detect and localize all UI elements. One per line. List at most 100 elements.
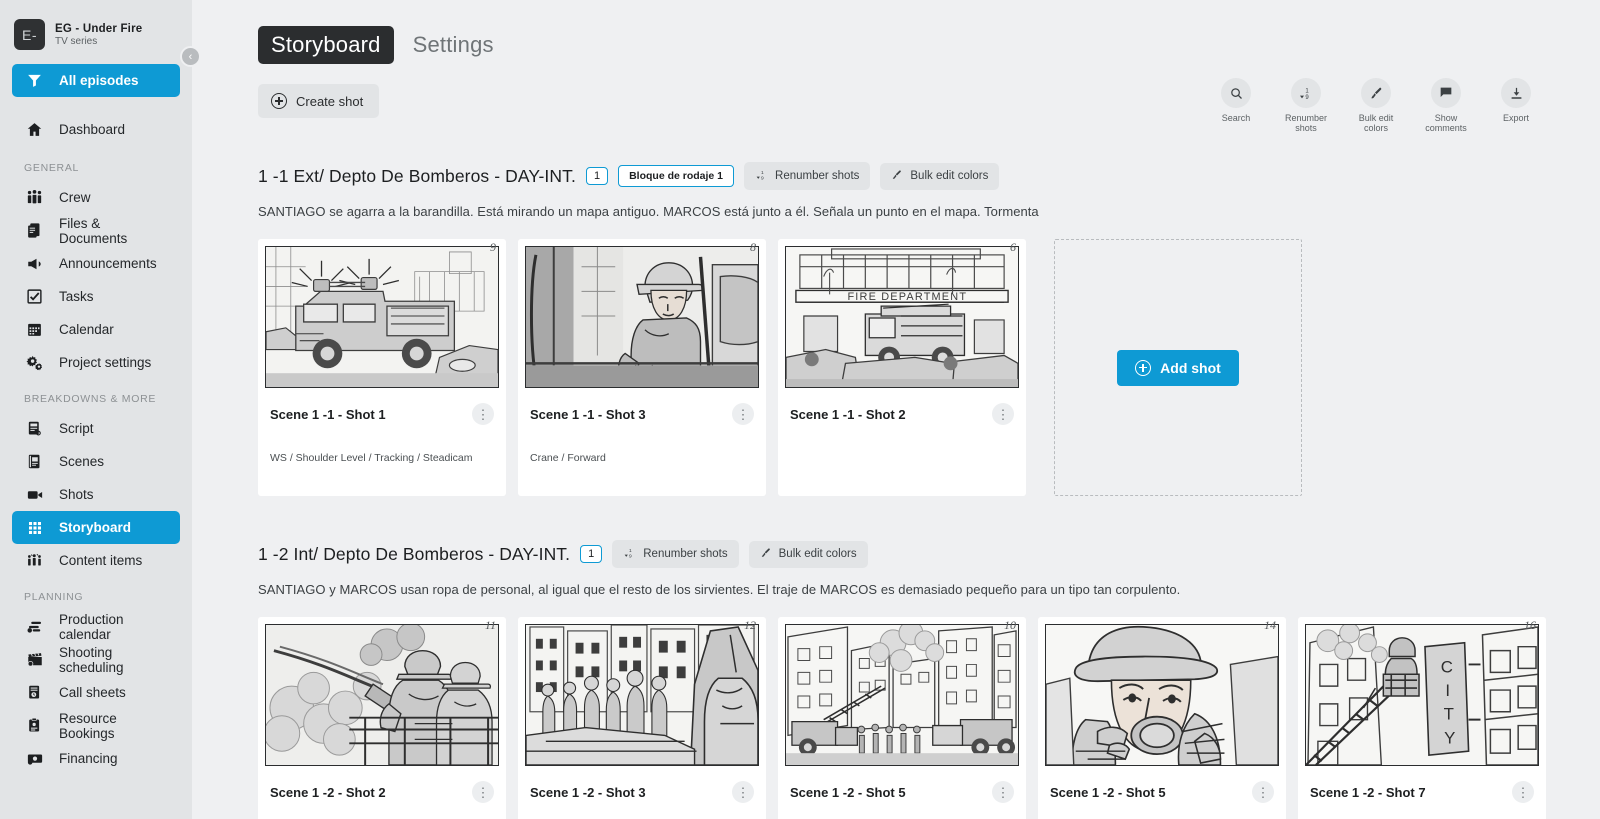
toolbar-renumber-shots[interactable]: 19 Renumber shots (1278, 78, 1334, 134)
shot-name: Scene 1 -2 - Shot 5 (1050, 784, 1166, 800)
shot-options-button[interactable]: ⋮ (1512, 781, 1534, 803)
shot-name: Scene 1 -1 - Shot 3 (530, 406, 646, 422)
svg-text:C: C (1441, 657, 1453, 676)
shot-thumbnail[interactable] (265, 246, 499, 388)
tab-bar: Storyboard Settings (258, 26, 507, 64)
add-shot-label: Add shot (1160, 359, 1221, 376)
sidebar-item-calendar[interactable]: Calendar (12, 313, 180, 346)
shot-card[interactable]: 11 Scene 1 -2 - Shot 2 ⋮ (258, 617, 506, 819)
scene-header: 1 -1 Ext/ Depto De Bomberos - DAY-INT. 1… (258, 162, 1600, 190)
checkbox-icon (24, 288, 45, 305)
sidebar-item-crew[interactable]: Crew (12, 181, 180, 214)
clipboard-clock-icon (24, 717, 45, 734)
shot-tech-info (265, 803, 499, 819)
shot-card[interactable]: 8 Scene 1 -1 - Shot 3 ⋮ Crane / Forward (518, 239, 766, 496)
storyboard-art-mask-closeup (1046, 625, 1278, 765)
shot-number: 11 (484, 618, 496, 632)
svg-text:1: 1 (761, 170, 764, 176)
sidebar-item-storyboard[interactable]: Storyboard (12, 511, 180, 544)
scene-bulk-edit-colors-button[interactable]: Bulk edit colors (880, 162, 1000, 190)
filter-icon (24, 72, 45, 89)
shot-thumbnail[interactable] (525, 624, 759, 766)
content-items-icon (24, 552, 45, 570)
shot-tech-info (785, 803, 1019, 819)
sidebar-item-project-settings[interactable]: Project settings (12, 346, 180, 379)
shot-thumbnail[interactable] (1045, 624, 1279, 766)
toolbar-label: Show comments (1425, 113, 1467, 134)
shot-thumbnail[interactable] (785, 624, 1019, 766)
sidebar-item-announcements[interactable]: Announcements (12, 247, 180, 280)
scene-renumber-shots-button[interactable]: 19 Renumber shots (744, 162, 871, 190)
sidebar-item-label: Shots (59, 487, 94, 502)
shot-options-button[interactable]: ⋮ (732, 781, 754, 803)
shot-thumbnail[interactable] (265, 624, 499, 766)
sidebar-item-resource-bookings[interactable]: Resource Bookings (12, 709, 180, 742)
shot-name: Scene 1 -1 - Shot 2 (790, 406, 906, 422)
shot-options-button[interactable]: ⋮ (732, 403, 754, 425)
create-shot-button[interactable]: Create shot (258, 84, 380, 118)
sidebar-item-label: Crew (59, 190, 91, 205)
shot-thumbnail[interactable]: CI TY (1305, 624, 1539, 766)
svg-text:FIRE DEPARTMENT: FIRE DEPARTMENT (847, 291, 967, 303)
sidebar-item-production-calendar[interactable]: Production calendar (12, 610, 180, 643)
sidebar-item-scenes[interactable]: Scenes (12, 445, 180, 478)
scene-description: SANTIAGO se agarra a la barandilla. Está… (258, 204, 1039, 219)
add-shot-dropzone[interactable]: Add shot (1054, 239, 1302, 496)
sidebar-item-script[interactable]: Script (12, 412, 180, 445)
svg-text:9: 9 (1305, 95, 1309, 101)
tab-settings[interactable]: Settings (400, 26, 507, 64)
renumber-icon: 19 (1291, 78, 1321, 108)
sidebar-item-label: Shooting scheduling (59, 644, 124, 675)
sidebar-item-call-sheets[interactable]: Call sheets (12, 676, 180, 709)
shot-card[interactable]: 9 Scene 1 -1 - Shot 1 ⋮ WS / Shoulder Le… (258, 239, 506, 496)
shot-number: 9 (490, 240, 496, 254)
svg-text:Y: Y (1444, 728, 1455, 747)
sidebar-item-dashboard[interactable]: Dashboard (12, 113, 180, 146)
sidebar-item-label: Project settings (59, 355, 152, 370)
scene-bulk-edit-colors-button[interactable]: Bulk edit colors (748, 540, 868, 568)
sidebar-item-shots[interactable]: Shots (12, 478, 180, 511)
scenes-book-icon (24, 453, 45, 470)
storyboard-art-city-ladder: CI TY (1306, 625, 1538, 765)
sidebar-collapse-button[interactable]: ‹ (180, 46, 201, 67)
toolbar-show-comments[interactable]: Show comments (1418, 78, 1474, 134)
sidebar-item-financing[interactable]: Financing (12, 742, 180, 775)
grid-icon (24, 520, 45, 536)
sidebar-item-shooting-scheduling[interactable]: Shooting scheduling (12, 643, 180, 676)
toolbar-bulk-edit-colors[interactable]: Bulk edit colors (1348, 78, 1404, 134)
scene-bulk-label: Bulk edit colors (778, 548, 857, 560)
shooting-block-badge[interactable]: Bloque de rodaje 1 (618, 165, 735, 187)
brush-icon (760, 547, 772, 562)
toolbar-search[interactable]: Search (1208, 78, 1264, 134)
shot-thumbnail[interactable] (525, 246, 759, 388)
shot-options-button[interactable]: ⋮ (472, 403, 494, 425)
shot-card[interactable]: CI TY 16 Scene 1 -2 - Shot 7 ⋮ (1298, 617, 1546, 819)
shot-card[interactable]: FIRE DEPARTMENT 6 Scene 1 -1 - Shot 2 ⋮ (778, 239, 1026, 496)
shot-card[interactable]: 14 Scene 1 -2 - Shot 5 ⋮ (1038, 617, 1286, 819)
scene-block: 1 -2 Int/ Depto De Bomberos - DAY-INT. 1… (258, 540, 1600, 819)
sidebar-item-label: Announcements (59, 256, 157, 271)
sidebar-item-label: Content items (59, 553, 143, 568)
toolbar-export[interactable]: Export (1488, 78, 1544, 134)
shot-thumbnail[interactable]: FIRE DEPARTMENT (785, 246, 1019, 388)
scene-count-badge[interactable]: 1 (585, 167, 609, 185)
add-shot-button[interactable]: Add shot (1117, 349, 1239, 386)
shot-tech-info (525, 803, 759, 819)
sidebar-item-tasks[interactable]: Tasks (12, 280, 180, 313)
shot-options-button[interactable]: ⋮ (1252, 781, 1274, 803)
page-header: Storyboard Settings (258, 0, 1600, 64)
scene-renumber-shots-button[interactable]: 19 Renumber shots (612, 540, 739, 568)
tab-storyboard[interactable]: Storyboard (258, 26, 394, 64)
sidebar-item-all-episodes[interactable]: All episodes (12, 64, 180, 97)
shot-card[interactable]: 10 Scene 1 -2 - Shot 5 ⋮ (778, 617, 1026, 819)
shot-options-button[interactable]: ⋮ (992, 781, 1014, 803)
crew-icon (24, 189, 45, 206)
scene-count-badge[interactable]: 1 (580, 545, 603, 563)
shot-card[interactable]: 12 Scene 1 -2 - Shot 3 ⋮ (518, 617, 766, 819)
shot-options-button[interactable]: ⋮ (472, 781, 494, 803)
shot-options-button[interactable]: ⋮ (992, 403, 1014, 425)
sidebar-item-files-documents[interactable]: Files & Documents (12, 214, 180, 247)
project-header[interactable]: E- EG - Under Fire TV series (0, 10, 192, 64)
renumber-icon: 19 (755, 168, 768, 184)
sidebar-item-content-items[interactable]: Content items (12, 544, 180, 577)
